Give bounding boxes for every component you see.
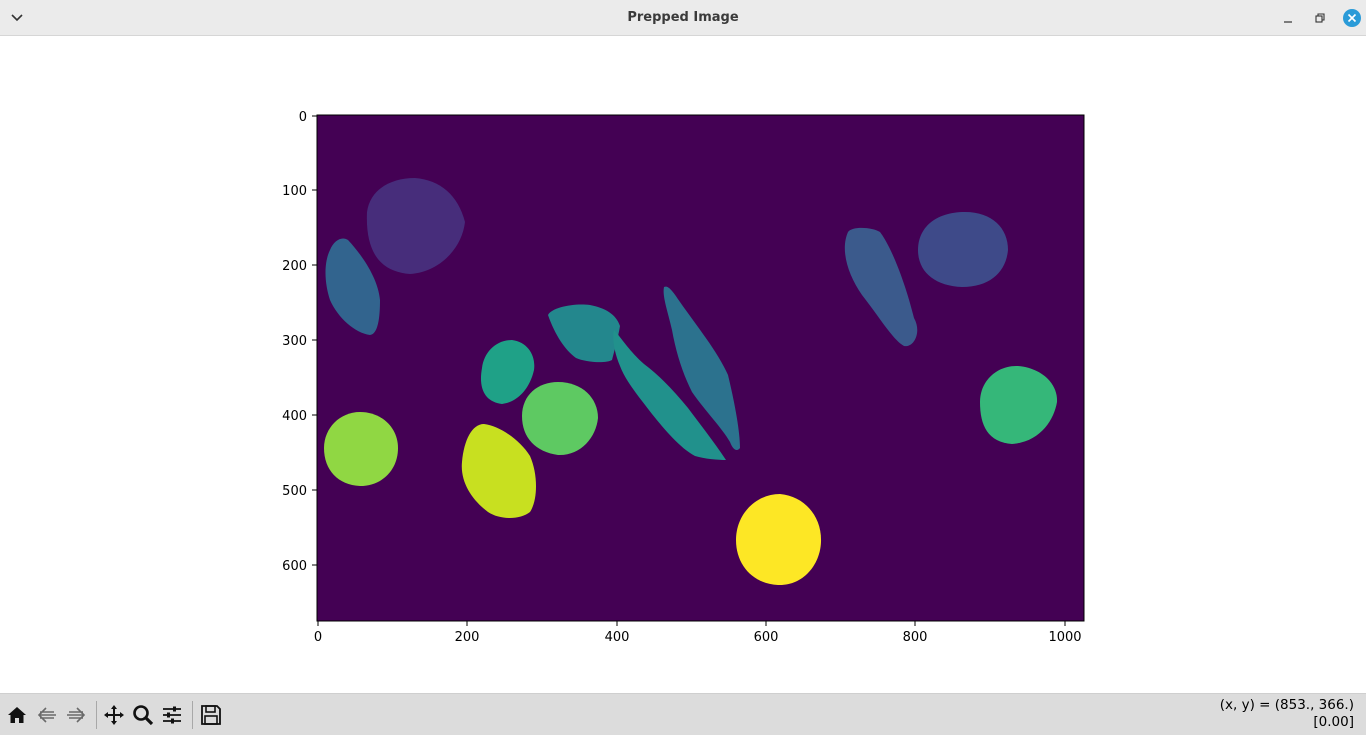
toolbar-separator xyxy=(192,701,193,729)
window-titlebar: Prepped Image xyxy=(0,0,1366,36)
close-icon[interactable] xyxy=(1342,8,1362,28)
navigation-toolbar: (x, y) = (853., 366.) [0.00] xyxy=(0,693,1366,735)
plot-svg: 0 200 400 600 800 1000 0 100 200 300 400… xyxy=(282,110,1085,645)
x-tick-label: 600 xyxy=(754,630,779,645)
y-tick-label: 0 xyxy=(299,110,307,125)
region-11 xyxy=(324,412,398,486)
x-axis: 0 200 400 600 800 1000 xyxy=(314,621,1082,645)
x-tick-label: 0 xyxy=(314,630,322,645)
x-tick-label: 400 xyxy=(605,630,630,645)
y-tick-label: 600 xyxy=(282,559,307,574)
zoom-icon[interactable] xyxy=(131,703,155,727)
y-tick-label: 300 xyxy=(282,334,307,349)
figure-canvas[interactable]: 0 200 400 600 800 1000 0 100 200 300 400… xyxy=(0,36,1366,693)
region-2 xyxy=(918,212,1008,287)
y-tick-label: 400 xyxy=(282,409,307,424)
save-icon[interactable] xyxy=(199,703,223,727)
window-title: Prepped Image xyxy=(627,10,739,25)
restore-icon[interactable] xyxy=(1310,8,1330,28)
coordinates-readout: (x, y) = (853., 366.) xyxy=(1219,697,1354,713)
y-tick-label: 100 xyxy=(282,184,307,199)
minimize-icon[interactable] xyxy=(1278,8,1298,28)
pan-icon[interactable] xyxy=(102,703,126,727)
forward-icon[interactable] xyxy=(64,703,88,727)
y-tick-label: 500 xyxy=(282,484,307,499)
x-tick-label: 1000 xyxy=(1048,630,1081,645)
back-icon[interactable] xyxy=(35,703,59,727)
cursor-coordinates: (x, y) = (853., 366.) [0.00] xyxy=(1220,697,1354,731)
pixel-value-readout: [0.00] xyxy=(1313,714,1354,730)
configure-subplots-icon[interactable] xyxy=(160,703,184,727)
y-axis: 0 100 200 300 400 500 600 xyxy=(282,110,317,574)
y-tick-label: 200 xyxy=(282,259,307,274)
region-13 xyxy=(736,494,822,586)
x-tick-label: 200 xyxy=(455,630,480,645)
toolbar-separator xyxy=(96,701,97,729)
home-icon[interactable] xyxy=(5,703,29,727)
x-tick-label: 800 xyxy=(903,630,928,645)
